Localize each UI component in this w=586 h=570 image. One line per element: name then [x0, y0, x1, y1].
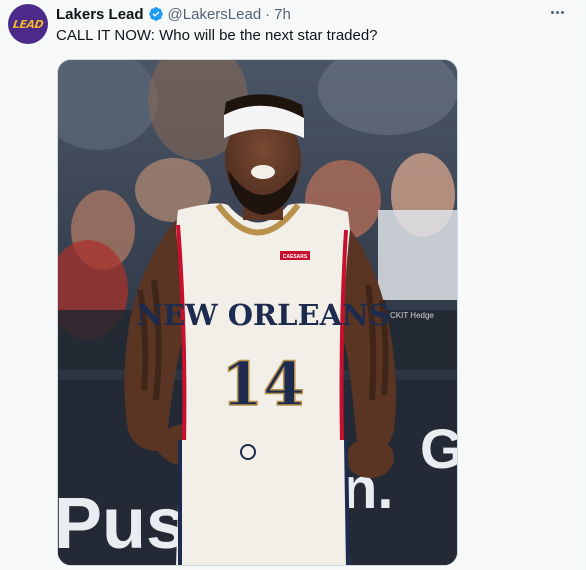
verified-badge-icon[interactable]	[148, 6, 164, 22]
lakers-lead-logo: LEAD	[11, 17, 44, 31]
more-options-icon[interactable]	[547, 5, 567, 19]
timestamp[interactable]: 7h	[274, 6, 291, 23]
tweet[interactable]: LEAD Lakers Lead @LakersLead · 7h CALL I…	[0, 0, 586, 570]
tweet-header: Lakers Lead @LakersLead · 7h	[56, 4, 291, 24]
tweet-text: CALL IT NOW: Who will be the next star t…	[56, 27, 378, 44]
jersey-number: 14	[221, 350, 305, 420]
tweet-image[interactable]: CKIT Hedge Push n. G CAESARS NEW ORLEANS…	[57, 59, 458, 566]
separator-dot: ·	[265, 5, 271, 23]
avatar[interactable]: LEAD	[8, 4, 48, 44]
display-name[interactable]: Lakers Lead	[56, 6, 144, 23]
board-letter: G	[420, 417, 458, 480]
handle[interactable]: @LakersLead	[168, 6, 262, 23]
jersey-city: NEW ORLEANS	[136, 298, 389, 332]
jersey-patch: CAESARS	[283, 254, 308, 260]
basketball-player-photo: CKIT Hedge Push n. G CAESARS NEW ORLEANS…	[58, 60, 458, 565]
courtside-sign: CKIT Hedge	[390, 311, 434, 320]
